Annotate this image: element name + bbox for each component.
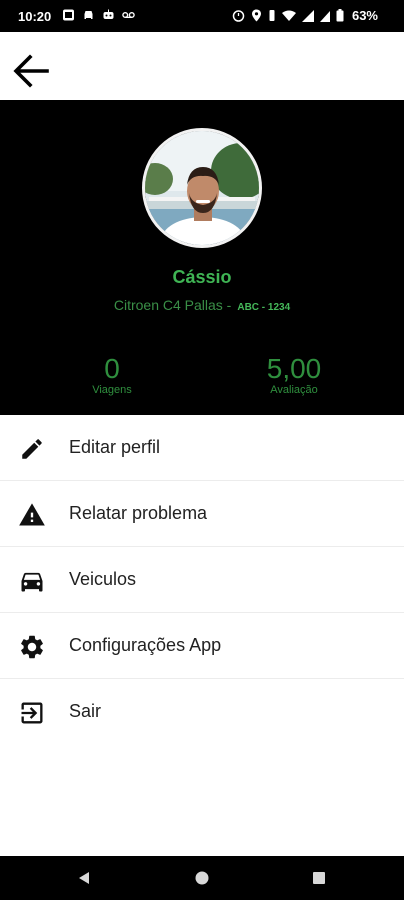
avatar-photo: [145, 131, 259, 245]
nav-back-button[interactable]: [74, 868, 94, 888]
menu-label: Relatar problema: [69, 503, 208, 523]
menu-item-vehicles[interactable]: Veiculos: [0, 547, 404, 613]
triangle-back-icon: [79, 872, 89, 884]
profile-menu: Editar perfil Relatar problema Veiculos …: [0, 415, 404, 744]
car-notification-icon: [84, 11, 93, 19]
arrow-back-icon: [13, 54, 49, 88]
signal-2-icon: [319, 10, 330, 22]
gallery-notification-icon: [63, 9, 74, 21]
nav-recents-button[interactable]: [309, 868, 329, 888]
pencil-icon: [18, 435, 46, 463]
location-icon: [251, 9, 261, 22]
profile-header: Cássio Citroen C4 Pallas - ABC - 1234 0 V…: [0, 100, 404, 415]
menu-label: Configurações App: [69, 635, 222, 655]
menu-label: Veiculos: [69, 569, 137, 589]
user-name: Cássio: [172, 267, 232, 287]
system-status-icons: 63%: [232, 8, 378, 23]
menu-item-report-problem[interactable]: Relatar problema: [0, 481, 404, 547]
warning-icon: [18, 501, 46, 529]
menu-label: Sair: [69, 701, 102, 721]
battery-icon: [336, 9, 344, 22]
bot-notification-icon: [103, 9, 114, 19]
stat-trips-label: Viagens: [92, 384, 132, 396]
voicemail-icon: [122, 11, 135, 19]
wifi-icon: [281, 10, 296, 21]
stat-rating-label: Avaliação: [270, 384, 318, 396]
vehicle-plate: ABC - 1234: [237, 302, 291, 313]
app-bar: [0, 32, 404, 100]
back-button[interactable]: [10, 50, 52, 92]
navigation-bar: [0, 856, 404, 900]
circle-home-icon: [195, 871, 209, 885]
square-recents-icon: [313, 872, 325, 884]
stat-trips-value: 0: [104, 353, 120, 384]
menu-item-edit-profile[interactable]: Editar perfil: [0, 415, 404, 481]
avatar[interactable]: [142, 128, 262, 248]
stat-rating-value: 5,00: [266, 353, 322, 384]
signal-icon: [301, 9, 314, 22]
stat-trips: 0 Viagens: [62, 353, 162, 397]
status-bar: 10:20 63%: [0, 0, 404, 32]
vibrate-icon: [269, 10, 275, 21]
menu-item-logout[interactable]: Sair: [0, 679, 404, 744]
menu-label: Editar perfil: [69, 437, 161, 457]
vehicle-info: Citroen C4 Pallas - ABC - 1234: [0, 297, 404, 313]
menu-item-app-settings[interactable]: Configurações App: [0, 613, 404, 679]
status-time: 10:20: [18, 9, 52, 24]
stat-rating: 5,00 Avaliação: [244, 353, 344, 397]
battery-percent: 63%: [351, 8, 378, 23]
car-icon: [18, 567, 46, 595]
gear-icon: [18, 633, 46, 661]
alarm-icon: [232, 10, 245, 22]
nav-home-button[interactable]: [192, 868, 212, 888]
notification-icons: [62, 9, 135, 21]
exit-icon: [18, 699, 46, 727]
vehicle-model: Citroen C4 Pallas -: [113, 297, 232, 313]
